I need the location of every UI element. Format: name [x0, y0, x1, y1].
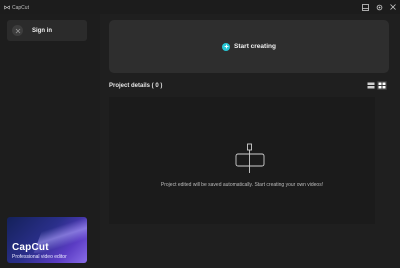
avatar	[12, 25, 23, 36]
app-title: CapCut	[4, 3, 29, 12]
empty-state-message: Project edited will be saved automatical…	[160, 182, 324, 188]
list-view-button[interactable]	[366, 81, 376, 90]
sidebar: Sign in CapCut Professional video editor	[0, 14, 100, 268]
main-area: Start creating Project details ( 0 ) Pro…	[100, 14, 400, 268]
capcut-logo-icon	[4, 5, 10, 10]
start-creating-button[interactable]: Start creating	[109, 20, 389, 73]
settings-button[interactable]	[372, 0, 386, 14]
user-icon	[15, 28, 20, 33]
list-view-icon	[367, 82, 375, 89]
projects-panel: Project edited will be saved automatical…	[109, 97, 375, 224]
promo-banner[interactable]: CapCut Professional video editor	[7, 217, 87, 263]
view-toggle-group	[366, 81, 387, 91]
app-title-text: CapCut	[12, 4, 29, 11]
gear-icon	[376, 4, 382, 10]
promo-tagline: Professional video editor	[12, 254, 67, 260]
start-creating-label: Start creating	[234, 43, 276, 50]
grid-view-icon	[378, 82, 386, 89]
layout-icon	[361, 3, 369, 11]
promo-brand: CapCut	[12, 242, 49, 253]
sign-in-label: Sign in	[32, 27, 52, 34]
layout-button[interactable]	[358, 0, 372, 14]
sign-in-button[interactable]: Sign in	[7, 20, 87, 41]
grid-view-button[interactable]	[377, 81, 387, 90]
projects-title: Project details ( 0 )	[109, 83, 163, 89]
plus-icon	[222, 42, 231, 51]
close-window-button[interactable]	[386, 0, 400, 14]
title-bar: CapCut	[0, 0, 400, 14]
close-icon	[390, 4, 396, 10]
empty-projects-icon	[235, 143, 265, 173]
